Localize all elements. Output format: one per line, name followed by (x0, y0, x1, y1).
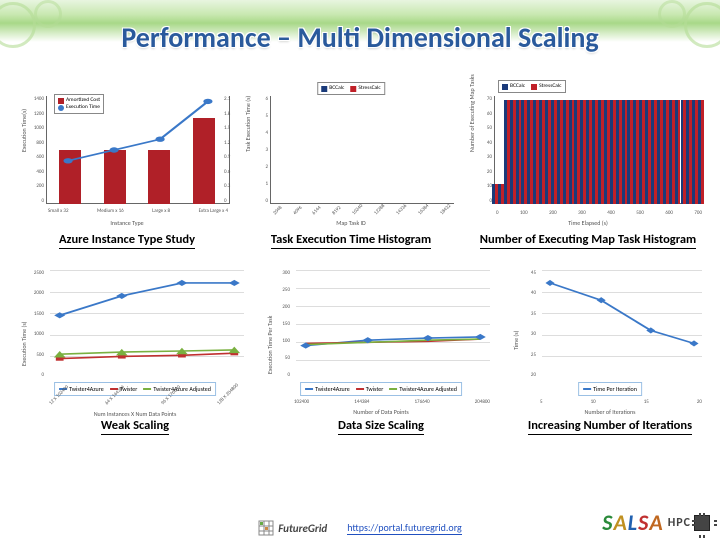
chart-task-exec-histogram: BCCalc StressCalc 65 43 21 0 Task Execut… (242, 76, 460, 247)
chart-caption: Weak Scaling (101, 418, 169, 435)
chart-azure-instance: Amortized Cost Execution Time 14001200 1… (18, 76, 236, 247)
chart-data-size-scaling: 300250 200150 10050 0 Twister4Azure Twis… (264, 254, 498, 433)
x-axis-label: Number of Iterations (510, 408, 710, 416)
chart-caption: Azure Instance Type Study (59, 232, 195, 249)
y-axis-label: Number of Executing Map Tasks (468, 74, 476, 152)
y-axis-label: Execution Time Per Task (266, 316, 274, 374)
chart-legend: Time Per Iteration (578, 382, 642, 396)
logo-text: FutureGrid (278, 522, 327, 535)
chart-legend: Twister4Azure Twister Twister4Azure Adju… (54, 382, 216, 396)
chip-icon (694, 515, 710, 531)
legend-label: BCCalc (510, 83, 525, 90)
slide-title: Performance – Multi Dimensional Scaling (0, 20, 720, 55)
chart-weak-scaling: 25002000 15001000 5000 Twister4Azure Twi… (18, 254, 252, 433)
chart-legend: Twister4Azure Twister Twister4Azure Adju… (300, 382, 462, 396)
chart-caption: Increasing Number of Iterations (528, 418, 692, 435)
chart-iterations: 4540 3530 2520 Time Per Iteration Time (… (510, 254, 710, 433)
y-ticks: 4540 3530 2520 (516, 270, 536, 378)
x-axis-label: Time Elapsed (s) (466, 219, 710, 227)
x-axis-label: Instance Type (18, 219, 236, 227)
charts-row-1: Amortized Cost Execution Time 14001200 1… (18, 76, 710, 247)
y-axis-label: Execution Time(s) (20, 109, 28, 152)
grid-icon (258, 520, 274, 536)
charts-row-2: 25002000 15001000 5000 Twister4Azure Twi… (18, 254, 710, 433)
chart-caption: Task Execution Time Histogram (271, 232, 431, 249)
x-axis-label: Number of Data Points (264, 408, 498, 416)
legend-label: StressCalc (358, 85, 380, 92)
y-axis-label: Execution Time (s) (20, 322, 28, 366)
y-axis-label: Time (s) (512, 331, 520, 350)
futuregrid-logo: FutureGrid (258, 520, 327, 536)
legend-label: StressCalc (539, 83, 561, 90)
x-axis-label: Num Instances X Num Data Points (18, 410, 252, 418)
chart-caption: Number of Executing Map Task Histogram (480, 232, 696, 249)
chart-caption: Data Size Scaling (338, 418, 424, 435)
portal-link[interactable]: https://portal.futuregrid.org (347, 521, 462, 535)
y-axis-label: Task Execution Time (s) (244, 96, 252, 152)
chart-executing-map-histogram: BCCalc StressCalc 7060 5040 3020 100 Num… (466, 76, 710, 247)
x-axis-label: Map Task ID (242, 219, 460, 227)
legend-label: BCCalc (329, 85, 344, 92)
salsa-hpc-logo: SALSA HPC (602, 509, 710, 536)
